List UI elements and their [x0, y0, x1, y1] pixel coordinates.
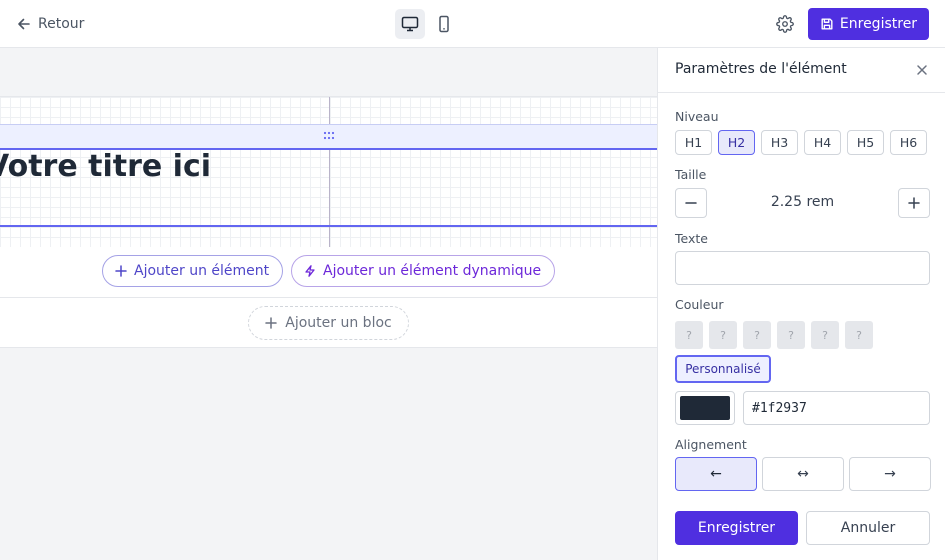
level-option-h3[interactable]: H3: [761, 130, 798, 155]
color-swatch[interactable]: ?: [675, 321, 703, 349]
device-switcher: [395, 9, 459, 39]
top-toolbar: Retour Enregistrer: [0, 0, 945, 48]
panel-header: Paramètres de l'élément: [658, 48, 945, 93]
hex-color-input[interactable]: #1f2937: [743, 391, 930, 425]
close-icon[interactable]: [914, 62, 930, 78]
add-element-row: Ajouter un élément Ajouter un élément dy…: [0, 255, 657, 289]
block-grid: Votre titre ici: [0, 97, 657, 247]
add-dynamic-label: Ajouter un élément dynamique: [323, 263, 542, 279]
alignment-selector: ← ↔ →: [675, 457, 931, 491]
element-settings-panel: Paramètres de l'élément Niveau H1 H2 H3 …: [657, 48, 945, 560]
size-stepper: 2.25 rem: [675, 188, 930, 218]
selected-heading-element[interactable]: Votre titre ici: [0, 148, 657, 227]
back-button[interactable]: Retour: [16, 12, 84, 36]
plus-icon: [115, 265, 127, 277]
color-swatches: ? ? ? ? ? ?: [675, 321, 873, 349]
level-option-h5[interactable]: H5: [847, 130, 884, 155]
panel-title: Paramètres de l'élément: [675, 61, 847, 77]
plus-icon: [908, 197, 920, 209]
text-label: Texte: [675, 231, 708, 246]
level-option-h6[interactable]: H6: [890, 130, 927, 155]
color-label: Couleur: [675, 297, 724, 312]
level-selector: H1 H2 H3 H4 H5 H6: [675, 130, 927, 155]
size-value: 2.25 rem: [770, 194, 835, 210]
panel-save-button[interactable]: Enregistrer: [675, 511, 798, 545]
section-divider: [0, 297, 657, 298]
level-option-h1[interactable]: H1: [675, 130, 712, 155]
level-option-h4[interactable]: H4: [804, 130, 841, 155]
plus-icon: [265, 317, 278, 329]
block-drag-handle[interactable]: [0, 124, 657, 148]
page-preview: Votre titre ici Ajouter un élément Ajout…: [0, 96, 657, 348]
heading-text[interactable]: Votre titre ici: [0, 150, 211, 184]
level-label: Niveau: [675, 109, 719, 124]
mobile-view-button[interactable]: [429, 9, 459, 39]
minus-icon: [685, 202, 697, 204]
lightning-icon: [305, 265, 315, 277]
color-swatch[interactable]: ?: [709, 321, 737, 349]
add-block-button[interactable]: Ajouter un bloc: [248, 306, 409, 340]
panel-cancel-button[interactable]: Annuler: [806, 511, 930, 545]
gear-icon: [776, 15, 794, 33]
add-dynamic-element-button[interactable]: Ajouter un élément dynamique: [291, 255, 555, 287]
add-element-button[interactable]: Ajouter un élément: [102, 255, 283, 287]
size-increase-button[interactable]: [898, 188, 930, 218]
color-swatch[interactable]: ?: [811, 321, 839, 349]
align-right-button[interactable]: →: [849, 457, 931, 491]
save-icon: [821, 18, 833, 30]
desktop-icon: [401, 16, 419, 32]
custom-color-button[interactable]: Personnalisé: [675, 355, 771, 383]
text-input[interactable]: [675, 251, 930, 285]
grip-icon: [323, 131, 335, 140]
add-block-label: Ajouter un bloc: [285, 315, 392, 331]
save-label: Enregistrer: [839, 16, 918, 32]
color-preview-chip: [680, 396, 730, 420]
settings-button[interactable]: [773, 12, 797, 36]
color-swatch[interactable]: ?: [845, 321, 873, 349]
align-left-button[interactable]: ←: [675, 457, 757, 491]
alignment-label: Alignement: [675, 437, 747, 452]
size-label: Taille: [675, 167, 707, 182]
add-element-label: Ajouter un élément: [134, 263, 270, 279]
level-option-h2[interactable]: H2: [718, 130, 755, 155]
back-label: Retour: [38, 16, 85, 32]
size-decrease-button[interactable]: [675, 188, 707, 218]
mobile-icon: [439, 15, 449, 33]
editor-canvas: Votre titre ici Ajouter un élément Ajout…: [0, 49, 657, 560]
desktop-view-button[interactable]: [395, 9, 425, 39]
color-swatch[interactable]: ?: [743, 321, 771, 349]
color-swatch[interactable]: ?: [777, 321, 805, 349]
arrow-left-icon: [18, 18, 30, 30]
align-center-button[interactable]: ↔: [762, 457, 844, 491]
save-button[interactable]: Enregistrer: [808, 8, 929, 40]
color-picker[interactable]: [675, 391, 735, 425]
